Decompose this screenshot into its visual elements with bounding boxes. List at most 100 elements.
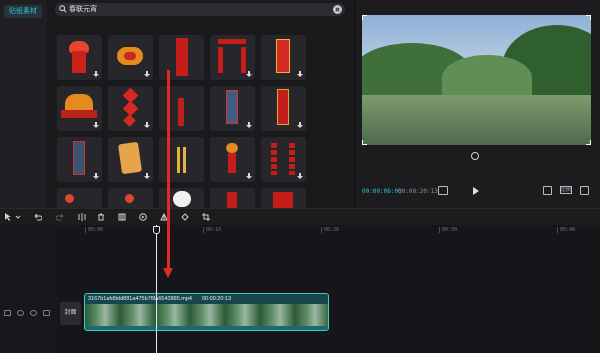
sticker-art	[176, 38, 188, 76]
sticker-tile[interactable]	[57, 137, 102, 182]
sticker-art	[276, 39, 290, 73]
rotate-icon[interactable]	[471, 152, 479, 160]
frame-grid-icon[interactable]	[438, 186, 448, 195]
download-icon[interactable]	[297, 71, 303, 77]
download-icon[interactable]	[246, 122, 252, 128]
sticker-tile[interactable]	[57, 35, 102, 80]
sticker-art	[122, 100, 139, 117]
sticker-art	[277, 89, 289, 125]
category-sticker-chip[interactable]: 贴纸素材	[4, 5, 42, 18]
sticker-art	[271, 143, 277, 175]
crop-handle[interactable]	[586, 15, 591, 20]
sticker-tile[interactable]	[159, 188, 204, 208]
sticker-art	[72, 51, 86, 73]
rotate-icon[interactable]	[181, 213, 189, 221]
sticker-tile[interactable]	[108, 35, 153, 80]
clip-duration: 00:00:20:13	[202, 296, 232, 302]
total-time: 00:00:20:13	[398, 188, 438, 195]
crop-handle[interactable]	[362, 15, 367, 20]
track-visibility-icon[interactable]	[17, 310, 24, 316]
sticker-art	[226, 143, 238, 153]
sticker-tile[interactable]	[210, 86, 255, 131]
download-icon[interactable]	[144, 122, 150, 128]
download-icon[interactable]	[297, 173, 303, 179]
play-button[interactable]	[473, 187, 479, 195]
track-header	[0, 225, 58, 353]
playhead[interactable]	[156, 225, 157, 353]
select-cursor-icon[interactable]	[4, 213, 12, 221]
sticker-art	[183, 147, 186, 173]
redo-icon[interactable]	[56, 213, 64, 221]
sticker-art	[173, 191, 191, 207]
sticker-art	[273, 192, 293, 208]
clip-header: 3167b1afd9dd881a475b7f8a6543885.mp4 00:00…	[85, 294, 328, 304]
search-input[interactable]: 春联元宵	[55, 3, 345, 16]
sticker-tile[interactable]	[57, 86, 102, 131]
search-query: 春联元宵	[69, 6, 97, 13]
download-icon[interactable]	[297, 122, 303, 128]
timeline-ruler[interactable]: 00:00 00:10 00:20 00:30 00:40	[58, 225, 600, 237]
sticker-library: 春联元宵	[47, 0, 354, 208]
download-icon[interactable]	[246, 173, 252, 179]
download-icon[interactable]	[93, 173, 99, 179]
download-icon[interactable]	[144, 71, 150, 77]
crop-handle[interactable]	[362, 140, 367, 145]
chevron-down-icon[interactable]	[15, 213, 21, 221]
track-eye-icon[interactable]	[30, 310, 37, 316]
sticker-tile[interactable]	[108, 188, 153, 208]
sticker-tile[interactable]	[261, 35, 306, 80]
timeline-panel: 00:00 00:10 00:20 00:30 00:40 封面 3167b1a…	[0, 225, 600, 353]
screenshot-icon[interactable]	[543, 186, 552, 195]
track-mute-icon[interactable]	[43, 310, 50, 316]
sticker-art	[227, 192, 237, 208]
sticker-tile[interactable]	[210, 35, 255, 80]
sticker-tile[interactable]	[261, 86, 306, 131]
crop-icon[interactable]	[202, 213, 210, 221]
video-clip[interactable]: 3167b1afd9dd881a475b7f8a6543885.mp4 00:00…	[84, 293, 329, 331]
timeline-toolbar	[0, 208, 600, 225]
download-icon[interactable]	[246, 71, 252, 77]
ruler-tick: 00:30	[438, 227, 458, 233]
sticker-tile[interactable]	[108, 137, 153, 182]
freeze-frame-icon[interactable]	[118, 213, 126, 221]
search-icon	[59, 5, 67, 13]
video-mountain	[442, 55, 532, 100]
sticker-tile[interactable]	[210, 137, 255, 182]
playhead-handle[interactable]	[153, 226, 160, 234]
ruler-tick: 00:00	[84, 227, 104, 233]
sticker-art	[124, 52, 136, 60]
track-lock-icon[interactable]	[4, 310, 11, 316]
sticker-art	[61, 110, 97, 118]
sticker-tile[interactable]	[57, 188, 102, 208]
video-preview[interactable]	[362, 15, 591, 145]
sticker-tile[interactable]	[210, 188, 255, 208]
clear-search-icon[interactable]	[333, 5, 342, 14]
sticker-tile[interactable]	[261, 188, 306, 208]
download-icon[interactable]	[144, 173, 150, 179]
sticker-art	[218, 39, 246, 44]
sticker-art	[125, 194, 134, 203]
sticker-art	[178, 98, 184, 126]
sticker-art	[177, 147, 180, 173]
sticker-art	[218, 47, 223, 73]
undo-icon[interactable]	[34, 213, 42, 221]
reverse-play-icon[interactable]	[139, 213, 147, 221]
preview-panel: 00:00:06:03 00:00:20:13 比例	[356, 0, 600, 208]
clip-audio-bar	[85, 326, 328, 330]
sticker-tile[interactable]	[159, 86, 204, 131]
download-icon[interactable]	[93, 71, 99, 77]
sticker-tile[interactable]	[159, 137, 204, 182]
download-icon[interactable]	[93, 122, 99, 128]
sticker-tile[interactable]	[108, 86, 153, 131]
delete-icon[interactable]	[97, 213, 105, 221]
sticker-art	[226, 90, 238, 124]
ratio-button[interactable]: 比例	[560, 186, 572, 194]
cover-button[interactable]: 封面	[60, 302, 81, 325]
sticker-tile[interactable]	[159, 35, 204, 80]
ruler-tick: 00:40	[556, 227, 576, 233]
category-sidebar: 贴纸素材	[0, 0, 47, 208]
sticker-tile[interactable]	[261, 137, 306, 182]
fullscreen-icon[interactable]	[580, 186, 589, 195]
crop-handle[interactable]	[586, 140, 591, 145]
split-icon[interactable]	[78, 213, 86, 221]
